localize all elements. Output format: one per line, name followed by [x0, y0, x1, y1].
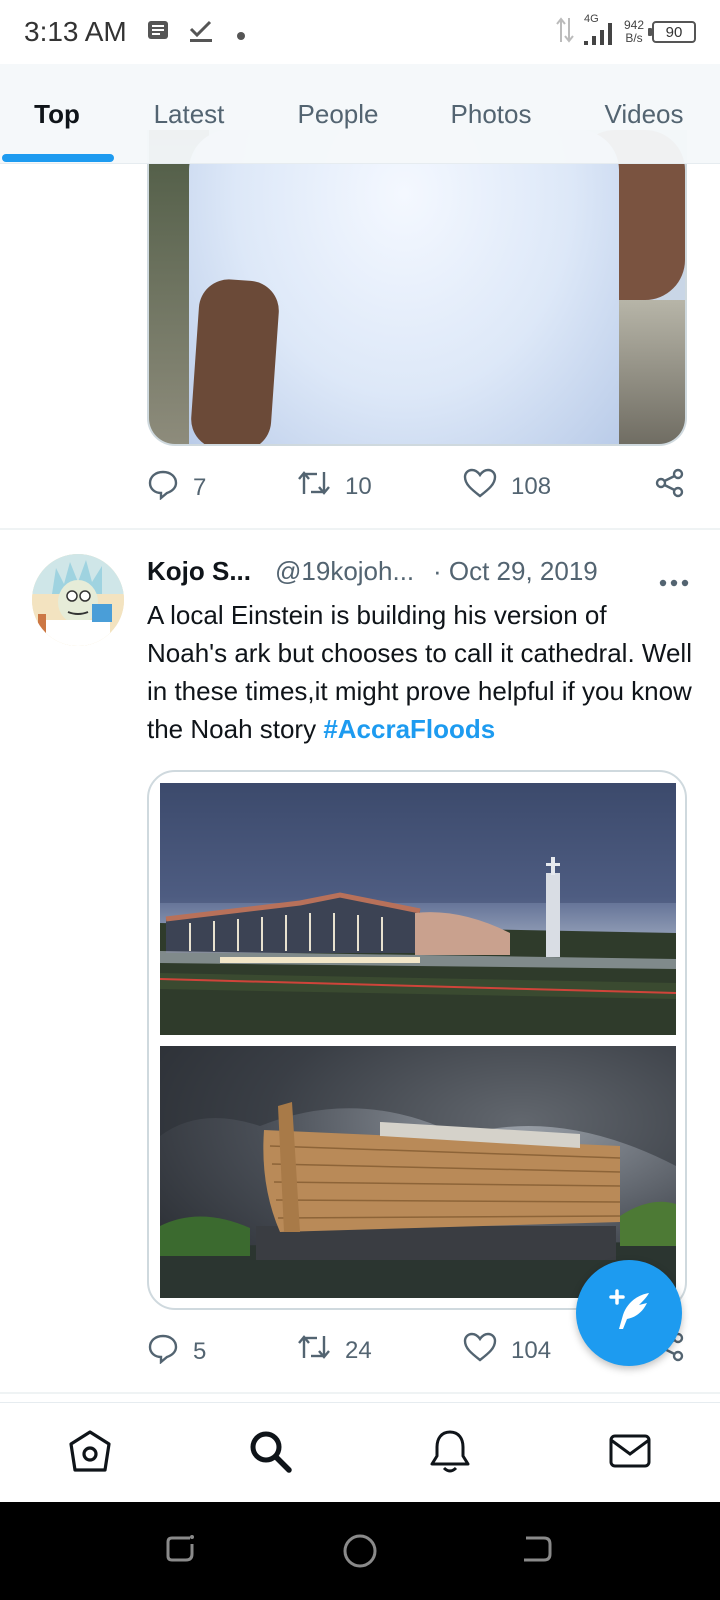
reply-count: 7 — [193, 473, 207, 501]
retweet-button[interactable]: 10 — [297, 468, 372, 505]
photo-arm — [189, 277, 281, 444]
nav-messages[interactable] — [604, 1427, 656, 1479]
tweet-divider — [0, 528, 720, 530]
status-right-cluster: 4G 942 B/s 90 — [556, 13, 696, 50]
tab-videos[interactable]: Videos — [578, 64, 710, 164]
nav-search[interactable] — [244, 1427, 296, 1479]
tweet-media[interactable] — [147, 770, 687, 1310]
previous-tweet-actions: 7 10 108 — [147, 468, 687, 508]
news-notification-icon — [146, 18, 170, 47]
nav-home[interactable] — [64, 1427, 116, 1479]
envelope-icon — [607, 1428, 653, 1479]
dot-icon — [236, 28, 246, 46]
tweet-text: A local Einstein is building his version… — [147, 596, 692, 748]
like-count: 108 — [511, 472, 552, 500]
tab-top[interactable]: Top — [0, 64, 114, 164]
heart-icon — [463, 1332, 497, 1369]
previous-tweet-photo[interactable] — [147, 130, 687, 446]
speech-bubble-icon — [147, 1332, 179, 1371]
feather-plus-icon — [603, 1285, 655, 1342]
compose-tweet-button[interactable] — [576, 1260, 682, 1366]
reply-button[interactable]: 5 — [147, 1332, 206, 1371]
share-icon — [655, 468, 685, 505]
noahs-ark-image[interactable] — [160, 1046, 676, 1298]
more-options-icon[interactable] — [659, 564, 689, 595]
hashtag-link[interactable]: #AccraFloods — [323, 714, 495, 744]
tweet-header: Kojo S... @19kojoh... · Oct 29, 2019 — [147, 554, 697, 590]
retweet-button[interactable]: 24 — [297, 1332, 372, 1369]
status-time: 3:13 AM — [24, 16, 127, 47]
active-tab-indicator — [2, 154, 114, 162]
retweet-icon — [297, 1332, 331, 1369]
search-tabs: Top Latest People Photos Videos — [0, 64, 720, 164]
author-handle[interactable]: @19kojoh... — [275, 556, 414, 587]
speech-bubble-icon — [147, 468, 179, 507]
like-button[interactable]: 104 — [463, 1332, 551, 1369]
reply-count: 5 — [193, 1337, 207, 1365]
avatar[interactable] — [32, 554, 124, 646]
back-icon[interactable] — [520, 1532, 554, 1571]
author-name[interactable]: Kojo S... — [147, 556, 251, 587]
reply-button[interactable]: 7 — [147, 468, 206, 507]
retweet-count: 10 — [345, 472, 372, 500]
signal-icon: 4G — [582, 13, 616, 47]
tab-people[interactable]: People — [272, 64, 404, 164]
retweet-count: 24 — [345, 1336, 372, 1364]
battery-level: 90 — [665, 23, 683, 41]
download-complete-icon — [188, 18, 214, 49]
cathedral-image[interactable] — [160, 783, 676, 1035]
share-button[interactable] — [655, 468, 685, 505]
retweet-icon — [297, 468, 331, 505]
home-icon — [67, 1428, 113, 1479]
nav-notifications[interactable] — [424, 1427, 476, 1479]
like-count: 104 — [511, 1336, 552, 1364]
net-speed-unit: B/s — [625, 31, 643, 45]
net-speed: 942 B/s — [624, 19, 644, 45]
tab-photos[interactable]: Photos — [424, 64, 558, 164]
tweet-divider — [0, 1392, 720, 1394]
heart-icon — [463, 468, 497, 505]
tab-latest[interactable]: Latest — [126, 64, 252, 164]
like-button[interactable]: 108 — [463, 468, 551, 505]
battery-icon: 90 — [648, 21, 696, 43]
system-navigation-bar — [0, 1502, 720, 1600]
data-arrows-icon — [556, 16, 574, 49]
search-icon — [247, 1428, 293, 1479]
bottom-navigation — [0, 1402, 720, 1502]
bell-icon — [427, 1428, 473, 1479]
status-bar: 3:13 AM 4G 942 B/s 90 — [0, 0, 720, 64]
home-circle-icon[interactable] — [341, 1532, 379, 1575]
recent-apps-icon[interactable] — [164, 1532, 198, 1571]
tweet-date[interactable]: · Oct 29, 2019 — [433, 556, 598, 587]
